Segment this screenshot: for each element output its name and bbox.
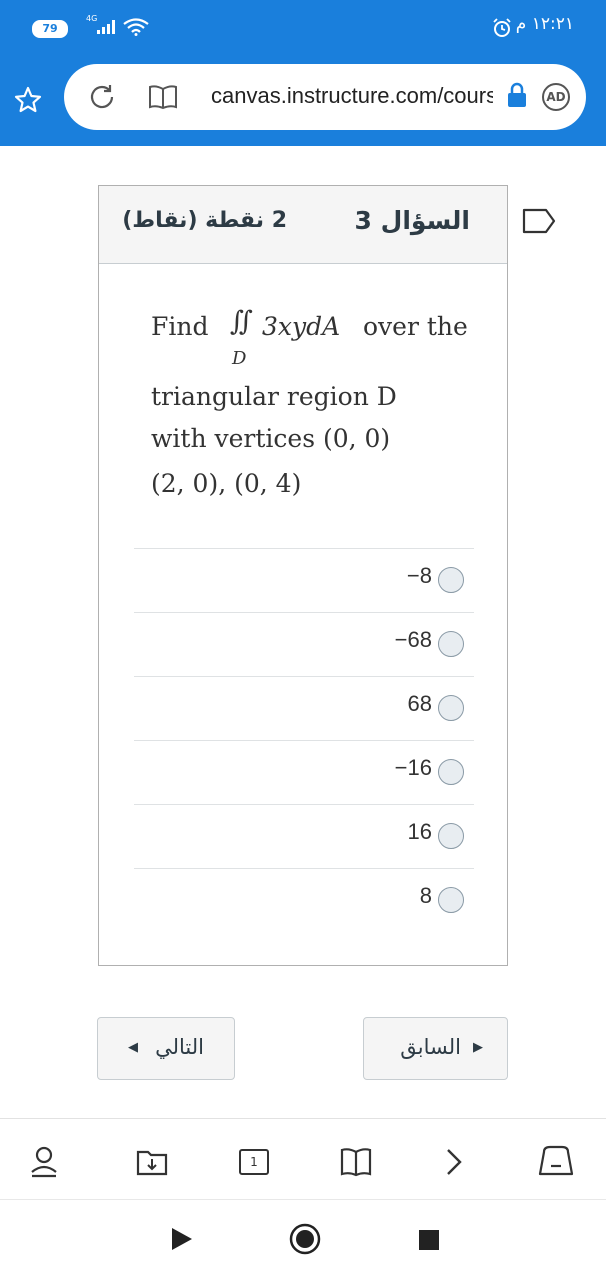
answer-label: −8	[406, 563, 432, 588]
integrand: 3xydA	[262, 312, 341, 341]
previous-button[interactable]: ▶ السابق	[363, 1017, 508, 1080]
reload-icon[interactable]	[88, 82, 116, 110]
adblock-icon[interactable]: AD	[542, 83, 570, 111]
answer-label: −68	[394, 627, 432, 652]
answer-option[interactable]: −68	[134, 612, 474, 676]
question-points: 2 نقطة (نقاط)	[122, 208, 287, 233]
browser-toolbar: canvas.instructure.com/courses AD	[0, 56, 606, 146]
alarm-icon	[493, 18, 511, 37]
prompt-vertices-line: with vertices (0, 0)	[151, 424, 391, 453]
download-icon[interactable]	[134, 1144, 170, 1180]
answer-option[interactable]: 68	[134, 676, 474, 740]
tabs-count-button[interactable]: 1	[239, 1149, 269, 1175]
back-triangle-icon[interactable]	[170, 1226, 194, 1252]
recents-square-icon[interactable]	[418, 1229, 440, 1251]
answer-radio[interactable]	[438, 631, 464, 657]
divider	[0, 1118, 606, 1119]
prompt-region-line: triangular region D	[151, 382, 397, 411]
url-text[interactable]: canvas.instructure.com/courses	[211, 83, 493, 111]
answer-option[interactable]: −8	[134, 548, 474, 612]
prompt-vertices-line-2: (2, 0), (0, 4)	[151, 469, 302, 498]
clock: ١٢:٢١ م	[515, 14, 574, 34]
flag-question-icon[interactable]	[522, 208, 556, 234]
prompt-find: Find	[151, 312, 209, 341]
home-circle-icon[interactable]	[289, 1223, 321, 1255]
answer-label: 8	[419, 883, 432, 908]
profile-icon[interactable]	[26, 1144, 62, 1180]
answer-option[interactable]: 8	[134, 868, 474, 932]
answer-label: −16	[394, 755, 432, 780]
answer-radio[interactable]	[438, 759, 464, 785]
home-icon[interactable]	[536, 1144, 576, 1180]
lock-icon[interactable]	[506, 82, 528, 108]
status-bar: 79 4G ١٢:٢١ م	[0, 0, 606, 56]
answer-radio[interactable]	[438, 567, 464, 593]
answer-option[interactable]: −16	[134, 740, 474, 804]
integral-symbol: ∬	[230, 306, 253, 337]
reader-mode-icon[interactable]	[148, 84, 178, 110]
bookmarks-icon[interactable]	[338, 1144, 374, 1180]
prompt-over: over the	[363, 312, 468, 341]
network-type-label: 4G	[86, 14, 98, 23]
answer-label: 68	[407, 691, 432, 716]
address-bar[interactable]: canvas.instructure.com/courses AD	[64, 64, 586, 130]
caret-left-icon: ◀	[128, 1040, 138, 1055]
answer-label: 16	[407, 819, 432, 844]
integral-region: D	[232, 348, 247, 369]
next-button[interactable]: التالي ◀	[97, 1017, 235, 1080]
question-header: السؤال 3 2 نقطة (نقاط)	[99, 186, 507, 264]
next-button-label: التالي	[155, 1035, 204, 1059]
answer-radio[interactable]	[438, 695, 464, 721]
answer-radio[interactable]	[438, 823, 464, 849]
previous-button-label: السابق	[400, 1035, 461, 1059]
caret-right-icon: ▶	[473, 1040, 483, 1055]
divider	[0, 1199, 606, 1200]
wifi-icon	[123, 18, 149, 36]
bookmark-star-icon[interactable]	[14, 86, 42, 114]
forward-icon[interactable]	[440, 1144, 470, 1180]
question-card: السؤال 3 2 نقطة (نقاط) Find ∬ D 3xydA ov…	[98, 185, 508, 966]
answer-option[interactable]: 16	[134, 804, 474, 868]
question-title: السؤال 3	[354, 206, 470, 235]
answer-list: −8 −68 68 −16 16 8	[134, 548, 474, 932]
signal-icon	[97, 20, 115, 34]
answer-radio[interactable]	[438, 887, 464, 913]
battery-indicator: 79	[32, 20, 68, 38]
